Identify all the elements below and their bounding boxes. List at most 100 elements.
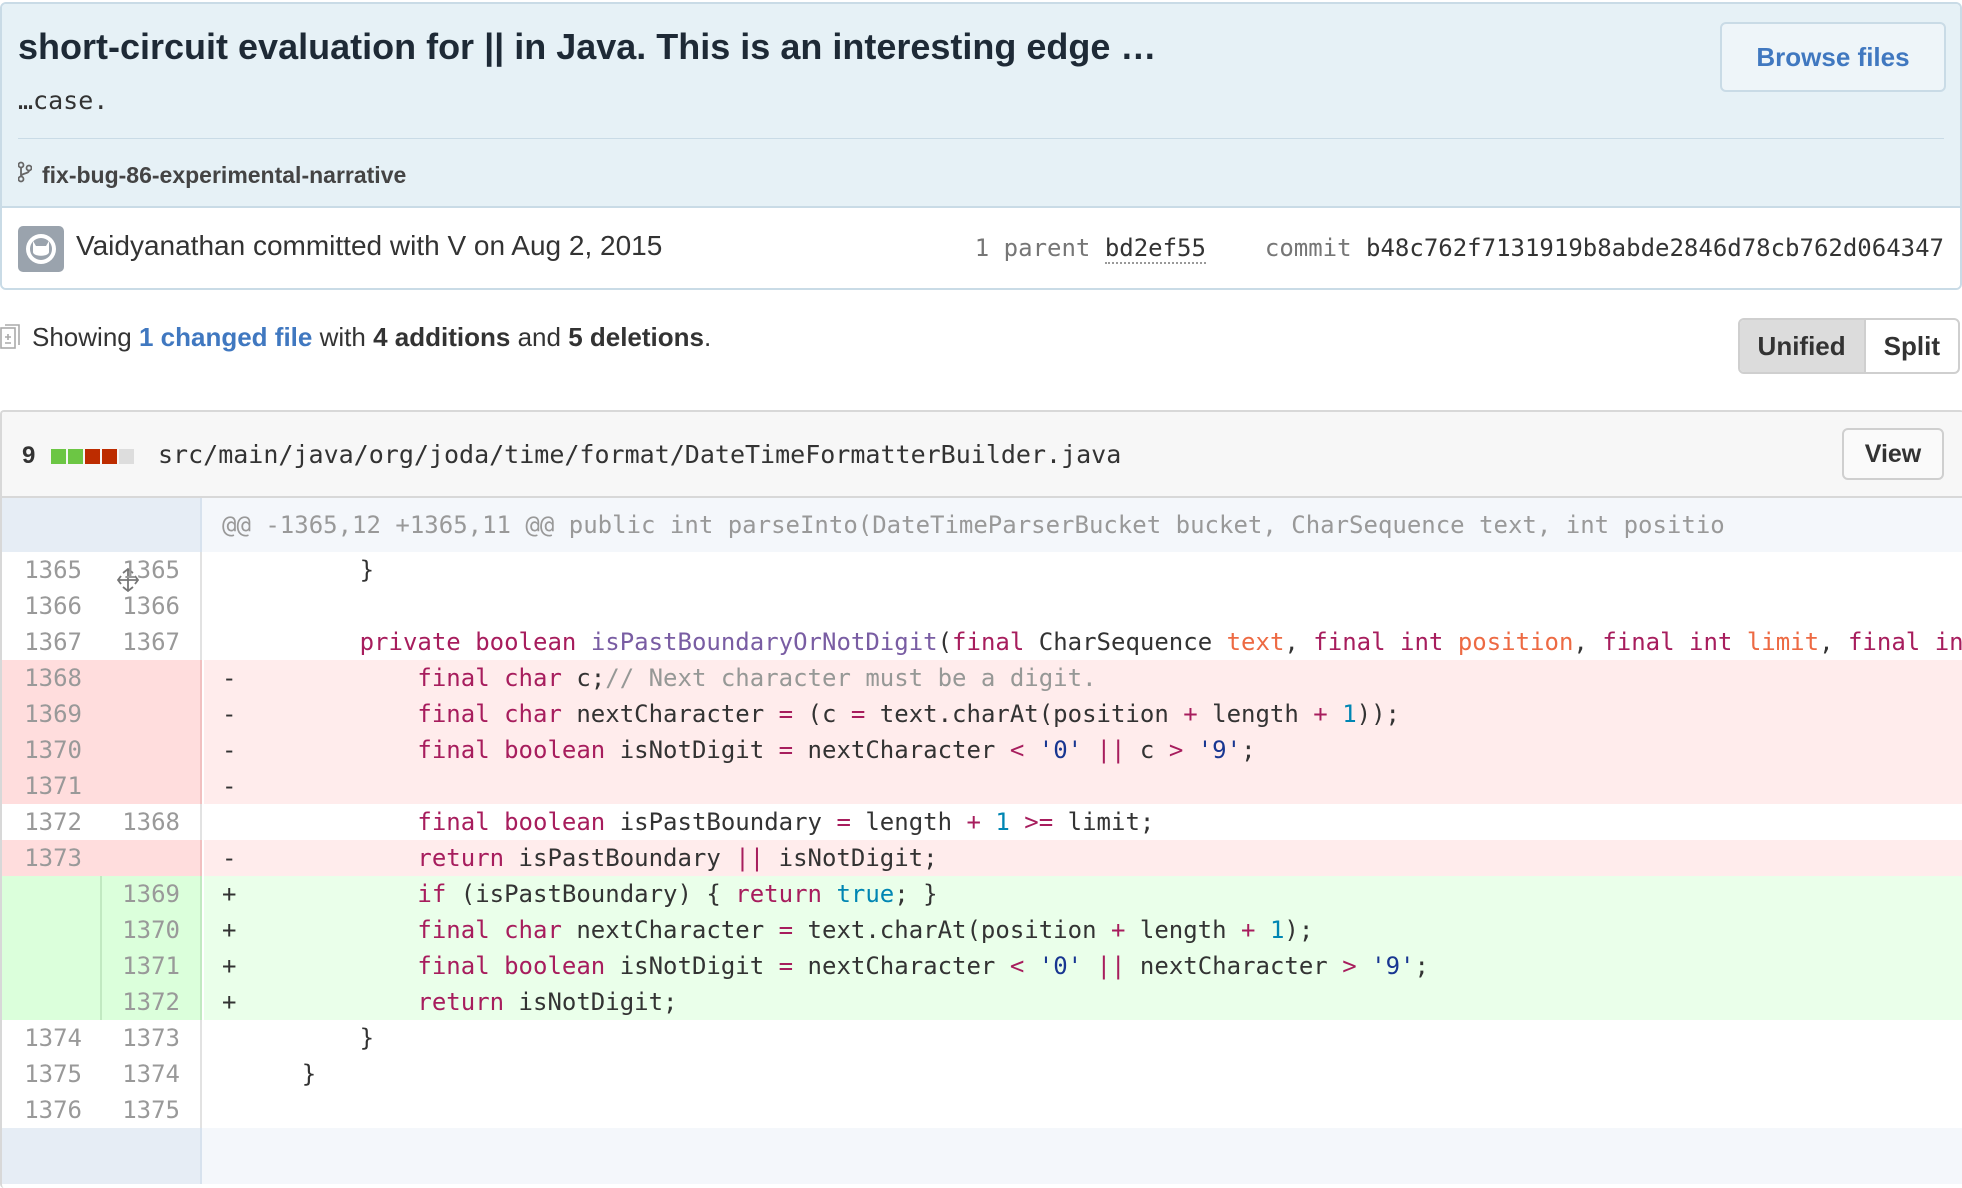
diff-sign: - (222, 844, 237, 872)
diffstat-block-del (85, 448, 101, 464)
hunk-header: @@ -1365,12 +1365,11 @@ public int parse… (2, 498, 1962, 592)
new-line-number[interactable]: 1375 (102, 1092, 202, 1128)
code-text: final char nextCharacter = (c = text.cha… (417, 700, 1400, 728)
diff-sign: - (222, 772, 237, 800)
parent-sha-link[interactable]: bd2ef55 (1104, 234, 1206, 264)
new-line-number[interactable]: 1374 (102, 1056, 202, 1092)
avatar[interactable] (18, 226, 64, 272)
diff-sign: - (222, 700, 237, 728)
old-line-number[interactable]: 1372 (2, 804, 102, 840)
diff-sign: + (222, 916, 237, 944)
diff-line-add: 1370 + final char nextCharacter = text.ch… (2, 912, 1962, 948)
old-line-number[interactable]: 1367 (2, 624, 102, 660)
commit-meta: Vaidyanathan committed with V on Aug 2, … (2, 208, 1960, 288)
new-line-number[interactable]: 1370 (102, 912, 202, 948)
new-line-number[interactable]: 1367 (102, 624, 202, 660)
new-line-number[interactable] (102, 840, 202, 876)
commit-header: short-circuit evaluation for || in Java.… (0, 2, 1962, 290)
diff-line-ctx: 1365 1365 } (2, 552, 1962, 588)
commit-label: commit (1264, 234, 1352, 262)
code-text: if (isPastBoundary) { return true; } (417, 880, 938, 908)
diff-sign (222, 552, 244, 588)
browse-files-button[interactable]: Browse files (1720, 22, 1946, 92)
old-line-number[interactable]: 1365 (2, 552, 102, 588)
new-line-number[interactable]: 1372 (102, 984, 202, 1020)
diffstat-block-add (68, 448, 84, 464)
new-line-number[interactable]: 1365 (102, 552, 202, 588)
code-text: return isNotDigit; (417, 988, 678, 1016)
view-file-button[interactable]: View (1842, 428, 1944, 480)
parent-label: 1 parent (974, 234, 1091, 262)
diff-sign (222, 588, 244, 624)
changed-files-link[interactable]: 1 changed file (139, 322, 312, 353)
new-line-number[interactable]: 1371 (102, 948, 202, 984)
code-text: final boolean isNotDigit = nextCharacter… (417, 952, 1429, 980)
expand-down-button[interactable] (2, 1128, 202, 1184)
hunk-header-text: @@ -1365,12 +1365,11 @@ public int parse… (222, 511, 1725, 539)
code-text: } (244, 556, 375, 584)
hunk-footer (2, 1128, 1962, 1184)
commit-sha: b48c762f7131919b8abde2846d78cb762d064347 (1366, 234, 1944, 262)
code-line: - return isPastBoundary || isNotDigit; (204, 840, 1962, 876)
showing-text: Showing (32, 322, 132, 352)
code-line: + return isNotDigit; (204, 984, 1962, 1020)
new-line-number[interactable]: 1368 (102, 804, 202, 840)
new-line-number[interactable] (102, 732, 202, 768)
diff-line-del: 1371 - (2, 768, 1962, 804)
split-button[interactable]: Split (1866, 320, 1958, 372)
new-line-number[interactable]: 1366 (102, 588, 202, 624)
code-line: + final char nextCharacter = text.charAt… (204, 912, 1962, 948)
old-line-number[interactable]: 1366 (2, 588, 102, 624)
diff-sign (222, 1020, 244, 1056)
code-text: return isPastBoundary || isNotDigit; (417, 844, 938, 872)
new-line-number[interactable]: 1369 (102, 876, 202, 912)
new-line-number[interactable] (102, 660, 202, 696)
old-line-number[interactable]: 1374 (2, 1020, 102, 1056)
diff-table: @@ -1365,12 +1365,11 @@ public int parse… (2, 498, 1962, 1184)
old-line-number[interactable] (2, 984, 102, 1020)
old-line-number[interactable] (2, 876, 102, 912)
diffstat-blocks (51, 448, 135, 464)
old-line-number[interactable]: 1369 (2, 696, 102, 732)
diff-sign: + (222, 880, 237, 908)
code-text: } (244, 1024, 375, 1052)
old-line-number[interactable]: 1368 (2, 660, 102, 696)
old-line-number[interactable] (2, 912, 102, 948)
diff-line-del: 1373 - return isPastBoundary || isNotDigi… (2, 840, 1962, 876)
branch-name[interactable]: fix-bug-86-experimental-narrative (42, 162, 406, 189)
diffstat-block-neutral (119, 448, 135, 464)
old-line-number[interactable] (2, 948, 102, 984)
diff-line-add: 1372 + return isNotDigit; (2, 984, 1962, 1020)
old-line-number[interactable]: 1371 (2, 768, 102, 804)
code-text: final char c;// Next character must be a… (417, 664, 1097, 692)
diff-line-add: 1369 + if (isPastBoundary) { return true;… (2, 876, 1962, 912)
old-line-number[interactable]: 1376 (2, 1092, 102, 1128)
commit-title: short-circuit evaluation for || in Java.… (18, 26, 1157, 67)
author-line: Vaidyanathan committed with V on Aug 2, … (76, 230, 663, 261)
unified-button[interactable]: Unified (1739, 320, 1866, 372)
diff-sign: + (222, 952, 237, 980)
with-text: with (319, 322, 366, 352)
code-text: final char nextCharacter = text.charAt(p… (417, 916, 1314, 944)
expand-up-button[interactable] (2, 498, 202, 592)
changes-count: 9 (22, 442, 36, 469)
diff-sign: + (222, 988, 237, 1016)
new-line-number[interactable]: 1373 (102, 1020, 202, 1056)
diff-sign: - (222, 736, 237, 764)
new-line-number[interactable] (102, 696, 202, 732)
diff-sign (222, 1056, 244, 1092)
code-line: - (204, 768, 1962, 804)
code-text: private boolean isPastBoundaryOrNotDigit… (359, 628, 1962, 656)
code-line: private boolean isPastBoundaryOrNotDigit… (204, 624, 1962, 660)
diff-sign: - (222, 664, 237, 692)
diff-line-ctx: 1372 1368 final boolean isPastBoundary = … (2, 804, 1962, 840)
old-line-number[interactable]: 1373 (2, 840, 102, 876)
github-octocat-icon (26, 234, 56, 264)
old-line-number[interactable]: 1375 (2, 1056, 102, 1092)
new-line-number[interactable] (102, 768, 202, 804)
file-header: 9 src/main/java/org/joda/time/format/Dat… (2, 412, 1962, 498)
old-line-number[interactable]: 1370 (2, 732, 102, 768)
diff-line-ctx: 1366 1366 (2, 588, 1962, 624)
commit-summary: short-circuit evaluation for || in Java.… (2, 4, 1960, 208)
diff-summary: Showing 1 changed file with 4 additions … (0, 322, 711, 353)
